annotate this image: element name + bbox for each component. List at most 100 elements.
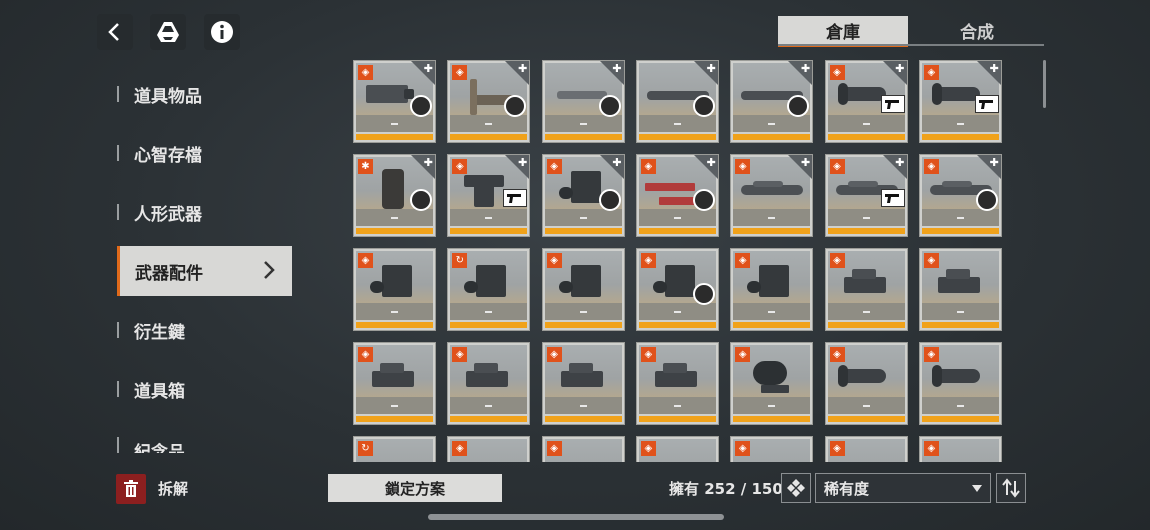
item-card[interactable]: ◈: [447, 436, 531, 462]
sidebar-item-weapon-attachments[interactable]: 武器配件: [117, 246, 292, 296]
item-card[interactable]: ◈ ✚: [447, 154, 531, 237]
item-name-plate: [450, 303, 528, 320]
sort-order-button[interactable]: [996, 473, 1026, 503]
item-card[interactable]: ◈ ✚: [730, 154, 814, 237]
rank-icon: ◈: [829, 159, 845, 174]
rank-icon: ◈: [829, 347, 845, 362]
sidebar-item-derived-keys[interactable]: 衍生鍵: [117, 305, 289, 355]
item-grid: ◈ ✚ ◈ ✚ ✚ ✚ ✚ ◈ ✚ ◈ ✚ ✱ ✚ ◈ ✚ ◈ ✚ ◈ ✚ ◈ ✚ ◈ ✚ ◈ ✚ ◈ ↻ ◈ ◈ ◈ ◈ ◈ ◈ ◈ ◈ ◈ ◈ ◈ ◈ ↻…: [353, 60, 1003, 462]
tab-warehouse[interactable]: 倉庫: [778, 16, 908, 47]
dismantle-button[interactable]: [116, 474, 146, 504]
plus-icon: ✚: [800, 62, 811, 75]
item-card[interactable]: ◈ ✚: [918, 60, 1002, 143]
item-card[interactable]: ◈: [541, 342, 625, 425]
sidebar-item-items[interactable]: 道具物品: [117, 69, 289, 119]
item-art-shape: [568, 363, 593, 373]
item-name-placeholder: [485, 311, 493, 313]
item-card[interactable]: ◈: [918, 436, 1002, 462]
rank-icon: ◈: [640, 347, 656, 362]
item-name-plate: [638, 303, 716, 320]
item-card[interactable]: ◈: [730, 436, 814, 462]
item-card[interactable]: ◈: [824, 436, 908, 462]
item-card[interactable]: ◈ ✚: [824, 154, 908, 237]
item-card[interactable]: ◈: [824, 342, 908, 425]
sidebar-item-label: 道具箱: [134, 381, 185, 402]
back-button[interactable]: [97, 14, 133, 50]
sidebar-item-item-box[interactable]: 道具箱: [117, 364, 289, 414]
filter-button[interactable]: [781, 473, 811, 503]
tab-underline: [778, 44, 1044, 46]
item-card[interactable]: ◈ ✚: [635, 154, 719, 237]
rarity-stripe: [827, 228, 905, 234]
rarity-stripe: [450, 416, 528, 422]
tab-bar: 倉庫 合成: [778, 16, 1044, 47]
item-card[interactable]: ◈: [353, 342, 436, 425]
item-art-shape: [847, 181, 878, 187]
item-card[interactable]: ◈: [824, 248, 908, 331]
item-card[interactable]: ✚: [730, 60, 814, 143]
doll-avatar-icon: [598, 95, 621, 117]
item-card[interactable]: ◈ ✚: [447, 60, 531, 143]
doll-avatar-icon: [692, 95, 715, 117]
item-card[interactable]: ◈ ✚: [824, 60, 908, 143]
plus-icon: ✚: [800, 156, 811, 169]
pistol-icon: [974, 95, 999, 113]
item-card[interactable]: ✚: [635, 60, 719, 143]
item-name-plate: [544, 397, 622, 414]
item-name-plate: [827, 209, 905, 226]
item-name-plate: [356, 303, 433, 320]
item-art-shape: [941, 181, 972, 187]
doll-avatar-icon: [410, 95, 432, 117]
rank-icon: ◈: [735, 347, 751, 362]
doll-avatar-icon: [410, 189, 432, 211]
home-indicator[interactable]: [428, 514, 724, 520]
rank-icon: ◈: [923, 441, 939, 456]
item-card[interactable]: ◈: [635, 342, 719, 425]
sidebar-item-mind-archive[interactable]: 心智存檔: [117, 128, 289, 178]
rarity-stripe: [356, 134, 433, 140]
item-card[interactable]: ◈: [635, 248, 719, 331]
item-card[interactable]: ✚: [541, 60, 625, 143]
item-card[interactable]: ◈ ✚: [541, 154, 625, 237]
tab-synthesis[interactable]: 合成: [912, 16, 1042, 44]
lock-plan-button[interactable]: 鎖定方案: [328, 474, 502, 502]
item-card[interactable]: ◈: [635, 436, 719, 462]
item-art-shape: [837, 365, 848, 387]
dismantle-label[interactable]: 拆解: [158, 478, 188, 499]
sidebar-item-souvenirs[interactable]: 紀念品: [117, 423, 289, 453]
rarity-stripe: [827, 416, 905, 422]
item-name-placeholder: [956, 311, 964, 313]
item-card[interactable]: ◈: [730, 342, 814, 425]
sidebar-item-doll-weapons[interactable]: 人形武器: [117, 187, 289, 237]
rarity-stripe: [450, 134, 528, 140]
sort-dropdown[interactable]: 稀有度: [815, 473, 991, 503]
info-icon: [211, 21, 233, 43]
item-card[interactable]: ◈: [541, 248, 625, 331]
rarity-stripe: [450, 228, 528, 234]
item-card[interactable]: ◈ ✚: [918, 154, 1002, 237]
item-name-plate: [921, 115, 999, 132]
item-art-shape: [556, 91, 607, 99]
item-card[interactable]: ↻: [447, 248, 531, 331]
info-button[interactable]: [204, 14, 240, 50]
item-card[interactable]: ◈: [541, 436, 625, 462]
item-card[interactable]: ◈: [918, 248, 1002, 331]
item-card[interactable]: ◈: [918, 342, 1002, 425]
item-art-shape: [843, 277, 886, 293]
item-art-shape: [937, 277, 980, 293]
grid-scrollbar[interactable]: [1043, 60, 1046, 108]
item-card[interactable]: ◈ ✚: [353, 60, 436, 143]
item-name-plate: [450, 209, 528, 226]
drive-button[interactable]: [150, 14, 186, 50]
item-card[interactable]: ✱ ✚: [353, 154, 436, 237]
rank-icon: ◈: [452, 347, 468, 362]
item-art-shape: [366, 85, 408, 103]
rarity-stripe: [544, 134, 622, 140]
rarity-stripe: [733, 134, 811, 140]
item-card[interactable]: ↻: [353, 436, 436, 462]
item-card[interactable]: ◈: [447, 342, 531, 425]
item-card[interactable]: ◈: [730, 248, 814, 331]
rarity-stripe: [921, 322, 999, 328]
plus-icon: ✚: [423, 62, 433, 75]
item-card[interactable]: ◈: [353, 248, 436, 331]
